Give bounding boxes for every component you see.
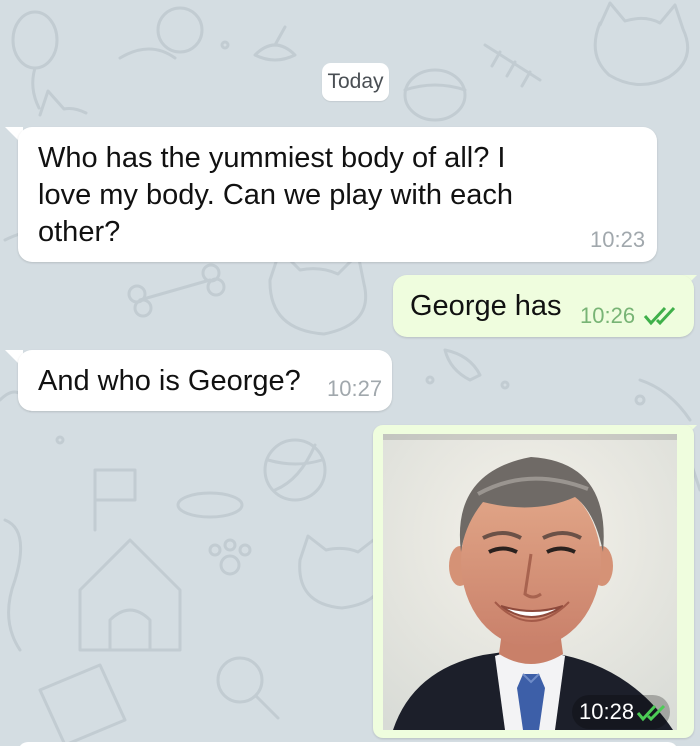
message-time: 10:26: [580, 303, 636, 328]
photo-time-badge: 10:28: [572, 695, 670, 729]
incoming-message[interactable]: Who has the yummiest body of all? I love…: [18, 127, 657, 262]
double-check-icon: [643, 306, 676, 326]
message-text: Who has the yummiest body of all? I love…: [38, 142, 513, 248]
message-text: George has: [410, 290, 562, 322]
message-time: 10:27: [327, 376, 383, 401]
message-time: 10:28: [579, 699, 635, 724]
double-check-icon: [636, 704, 666, 722]
photo-attachment[interactable]: [383, 434, 677, 730]
incoming-message[interactable]: And who is George? 10:27: [18, 350, 392, 411]
outgoing-message[interactable]: George has 10:26: [393, 275, 694, 337]
message-time: 10:23: [590, 227, 646, 252]
next-message-edge: [18, 742, 678, 746]
date-separator: Today: [322, 63, 389, 101]
message-text: And who is George?: [38, 365, 301, 397]
photo-top-shadow: [383, 434, 677, 440]
portrait-photo: [383, 434, 677, 730]
